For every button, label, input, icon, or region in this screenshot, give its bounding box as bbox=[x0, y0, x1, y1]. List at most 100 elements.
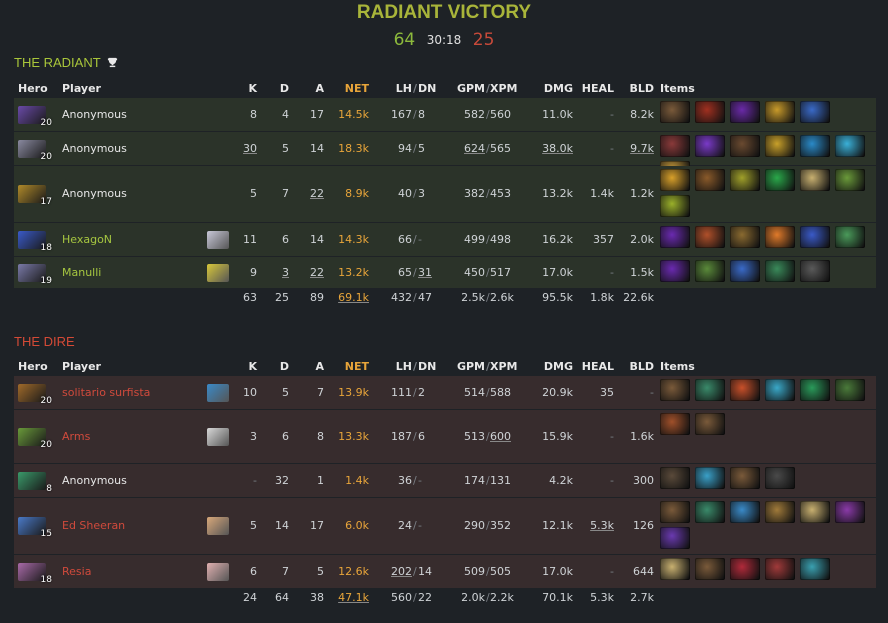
item-icon[interactable] bbox=[730, 467, 760, 489]
item-icon[interactable] bbox=[695, 558, 725, 580]
item-icon[interactable] bbox=[660, 260, 690, 282]
item-icon[interactable] bbox=[800, 558, 830, 580]
item-icon[interactable] bbox=[835, 379, 865, 401]
header-d[interactable]: D bbox=[280, 360, 289, 373]
item-icon[interactable] bbox=[660, 527, 690, 549]
header-hero[interactable]: Hero bbox=[18, 360, 48, 373]
header-dmg[interactable]: DMG bbox=[544, 82, 573, 95]
item-icon[interactable] bbox=[660, 467, 690, 489]
item-icon[interactable] bbox=[730, 379, 760, 401]
header-dn[interactable]: DN bbox=[418, 82, 436, 95]
player-avatar[interactable] bbox=[207, 517, 229, 535]
header-xpm[interactable]: XPM bbox=[490, 82, 518, 95]
item-icon[interactable] bbox=[695, 260, 725, 282]
item-icon[interactable] bbox=[660, 169, 690, 191]
item-icon[interactable] bbox=[835, 169, 865, 191]
header-gpm[interactable]: GPM bbox=[457, 82, 485, 95]
player-name[interactable]: solitario surfista bbox=[62, 386, 150, 399]
item-icon[interactable] bbox=[765, 501, 795, 523]
header-items[interactable]: Items bbox=[660, 82, 695, 95]
item-icon[interactable] bbox=[835, 501, 865, 523]
header-heal[interactable]: HEAL bbox=[582, 360, 614, 373]
item-icon[interactable] bbox=[765, 135, 795, 157]
header-net[interactable]: NET bbox=[345, 82, 369, 95]
hero-portrait[interactable]: 20 bbox=[18, 384, 52, 406]
hero-portrait[interactable]: 17 bbox=[18, 185, 52, 207]
hero-portrait[interactable]: 20 bbox=[18, 428, 52, 450]
hero-portrait[interactable]: 8 bbox=[18, 472, 52, 494]
player-avatar[interactable] bbox=[207, 384, 229, 402]
item-icon[interactable] bbox=[695, 501, 725, 523]
item-icon[interactable] bbox=[660, 135, 690, 157]
player-avatar[interactable] bbox=[207, 428, 229, 446]
player-name[interactable]: Manulli bbox=[62, 266, 101, 279]
item-icon[interactable] bbox=[660, 413, 690, 435]
item-icon[interactable] bbox=[800, 226, 830, 248]
header-a[interactable]: A bbox=[315, 82, 324, 95]
item-icon[interactable] bbox=[765, 226, 795, 248]
header-player[interactable]: Player bbox=[62, 360, 101, 373]
header-heal[interactable]: HEAL bbox=[582, 82, 614, 95]
item-icon[interactable] bbox=[660, 379, 690, 401]
item-icon[interactable] bbox=[730, 260, 760, 282]
header-lh[interactable]: LH bbox=[396, 82, 412, 95]
item-icon[interactable] bbox=[800, 379, 830, 401]
item-icon[interactable] bbox=[765, 558, 795, 580]
item-icon[interactable] bbox=[765, 101, 795, 123]
header-k[interactable]: K bbox=[248, 360, 257, 373]
header-xpm[interactable]: XPM bbox=[490, 360, 518, 373]
item-icon[interactable] bbox=[660, 501, 690, 523]
item-icon[interactable] bbox=[660, 101, 690, 123]
hero-portrait[interactable]: 15 bbox=[18, 517, 52, 539]
hero-portrait[interactable]: 20 bbox=[18, 106, 52, 128]
header-dn[interactable]: DN bbox=[418, 360, 436, 373]
header-k[interactable]: K bbox=[248, 82, 257, 95]
hero-portrait[interactable]: 18 bbox=[18, 231, 52, 253]
header-gpm[interactable]: GPM bbox=[457, 360, 485, 373]
item-icon[interactable] bbox=[730, 169, 760, 191]
header-items[interactable]: Items bbox=[660, 360, 695, 373]
player-avatar[interactable] bbox=[207, 264, 229, 282]
item-icon[interactable] bbox=[800, 101, 830, 123]
item-icon[interactable] bbox=[660, 558, 690, 580]
header-lh[interactable]: LH bbox=[396, 360, 412, 373]
hero-portrait[interactable]: 19 bbox=[18, 264, 52, 286]
item-icon[interactable] bbox=[695, 135, 725, 157]
player-name[interactable]: HexagoN bbox=[62, 233, 112, 246]
item-icon[interactable] bbox=[730, 101, 760, 123]
item-icon[interactable] bbox=[730, 558, 760, 580]
item-icon[interactable] bbox=[835, 135, 865, 157]
item-icon[interactable] bbox=[800, 169, 830, 191]
item-icon[interactable] bbox=[765, 467, 795, 489]
item-icon[interactable] bbox=[695, 467, 725, 489]
item-icon[interactable] bbox=[695, 101, 725, 123]
item-icon[interactable] bbox=[660, 226, 690, 248]
header-player[interactable]: Player bbox=[62, 82, 101, 95]
hero-portrait[interactable]: 20 bbox=[18, 140, 52, 162]
header-bld[interactable]: BLD bbox=[629, 82, 654, 95]
item-icon[interactable] bbox=[765, 169, 795, 191]
item-icon[interactable] bbox=[730, 226, 760, 248]
item-icon[interactable] bbox=[695, 413, 725, 435]
item-icon[interactable] bbox=[835, 226, 865, 248]
player-name[interactable]: Ed Sheeran bbox=[62, 519, 125, 532]
player-avatar[interactable] bbox=[207, 231, 229, 249]
item-icon[interactable] bbox=[765, 260, 795, 282]
item-icon[interactable] bbox=[800, 135, 830, 157]
item-icon[interactable] bbox=[660, 195, 690, 217]
hero-portrait[interactable]: 18 bbox=[18, 563, 52, 585]
item-icon[interactable] bbox=[695, 226, 725, 248]
header-dmg[interactable]: DMG bbox=[544, 360, 573, 373]
item-icon[interactable] bbox=[730, 501, 760, 523]
header-net[interactable]: NET bbox=[345, 360, 369, 373]
header-a[interactable]: A bbox=[315, 360, 324, 373]
player-avatar[interactable] bbox=[207, 563, 229, 581]
item-icon[interactable] bbox=[800, 501, 830, 523]
header-bld[interactable]: BLD bbox=[629, 360, 654, 373]
player-name[interactable]: Arms bbox=[62, 430, 90, 443]
item-icon[interactable] bbox=[765, 379, 795, 401]
player-name[interactable]: Resia bbox=[62, 565, 91, 578]
item-icon[interactable] bbox=[730, 135, 760, 157]
item-icon[interactable] bbox=[800, 260, 830, 282]
item-icon[interactable] bbox=[695, 379, 725, 401]
